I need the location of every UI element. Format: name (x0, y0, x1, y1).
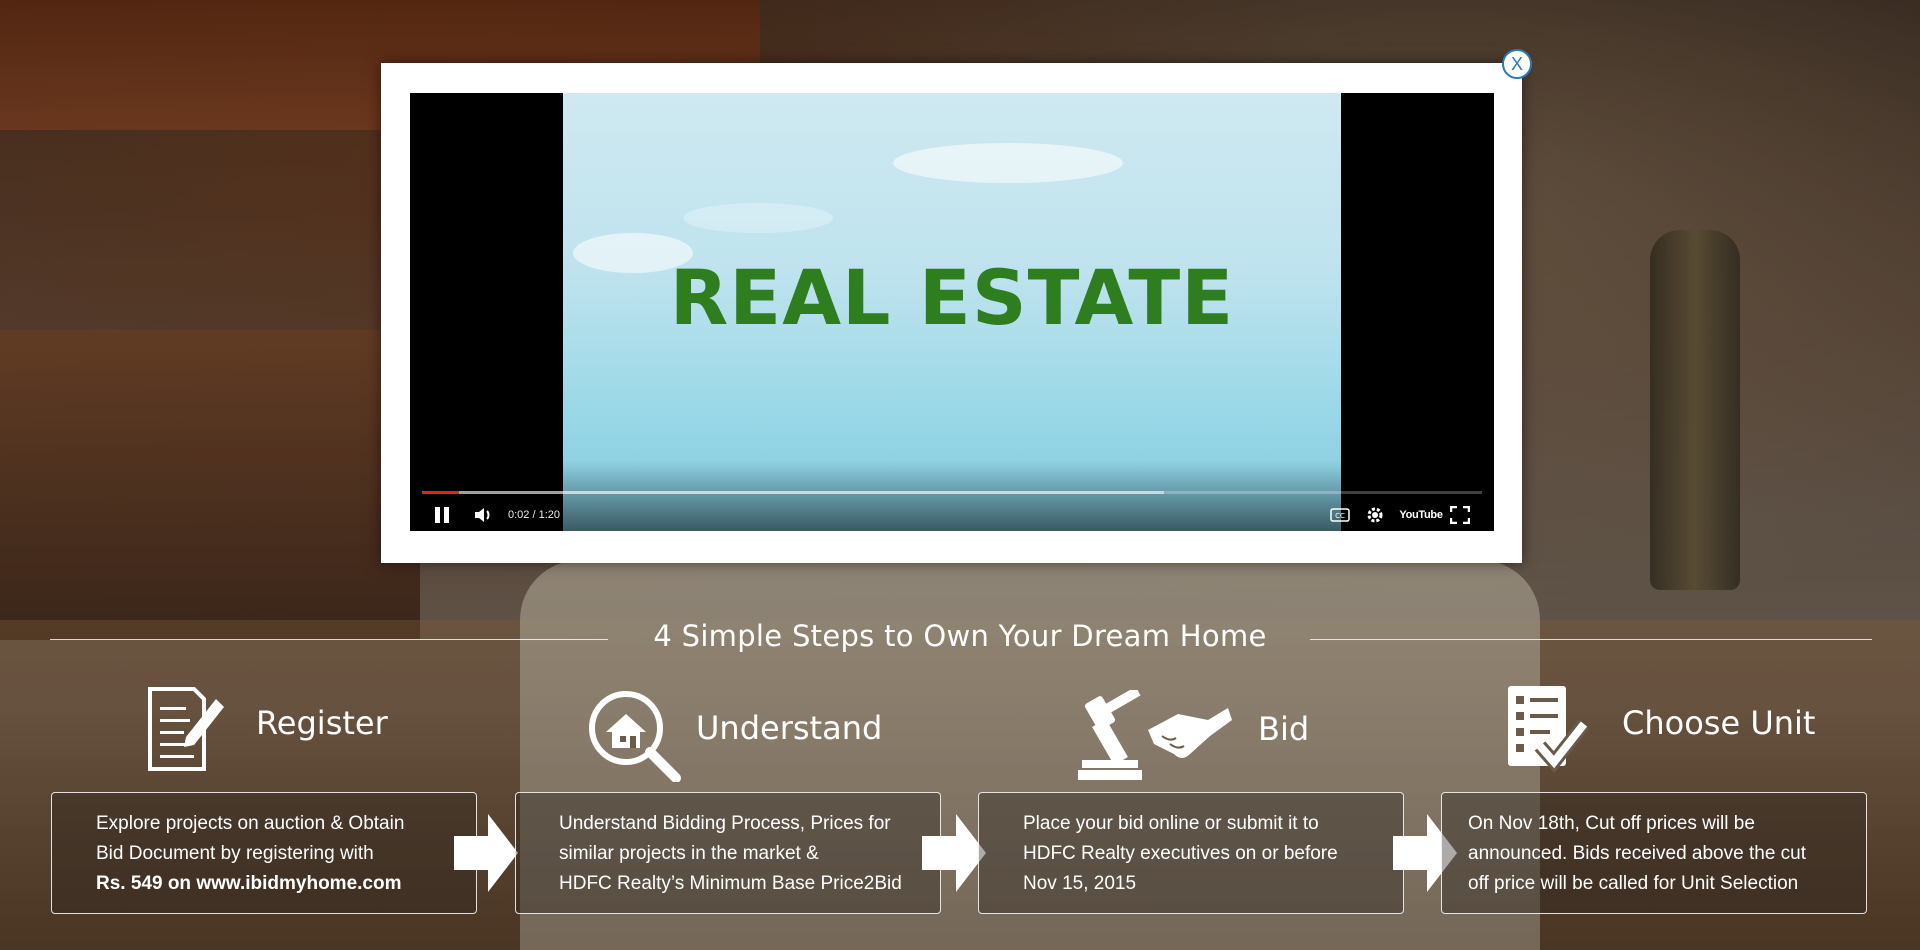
video-title-text: REAL ESTATE (669, 253, 1235, 342)
video-progress-bar[interactable] (422, 491, 1482, 494)
step-box-register: Explore projects on auction & Obtain Bid… (51, 792, 477, 914)
gavel-handshake-icon (1078, 686, 1232, 787)
svg-text:CC: CC (1335, 512, 1345, 520)
gear-icon[interactable] (1363, 503, 1387, 527)
step-text-line: similar projects in the market & (559, 843, 819, 864)
step-text-line: Understand Bidding Process, Prices for (559, 813, 891, 834)
step-text-line: HDFC Realty’s Minimum Base Price2Bid (559, 873, 902, 894)
step-text-line: Place your bid online or submit it to (1023, 813, 1319, 834)
step-text-line: announced. Bids received above the cut (1468, 843, 1807, 864)
step-title-register: Register (256, 704, 388, 742)
step-link-text[interactable]: Rs. 549 on www.ibidmyhome.com (96, 873, 401, 894)
step-text-line: HDFC Realty executives on or before (1023, 843, 1338, 864)
cloud (893, 143, 1123, 183)
youtube-logo[interactable]: YouTube (1399, 503, 1443, 527)
progress-played (422, 491, 460, 494)
step-arrow-icon (452, 812, 520, 899)
step-text-line: Nov 15, 2015 (1023, 873, 1137, 894)
checklist-icon (1506, 684, 1590, 779)
document-pen-icon (146, 685, 226, 778)
step-text-line: Explore projects on auction & Obtain (96, 813, 405, 834)
volume-icon[interactable] (472, 503, 496, 527)
step-box-choose-unit: On Nov 18th, Cut off prices will be anno… (1441, 792, 1867, 914)
step-title-understand: Understand (696, 709, 883, 747)
step-box-bid: Place your bid online or submit it to HD… (978, 792, 1404, 914)
time-total: 1:20 (538, 509, 561, 521)
step-text-line: Bid Document by registering with (96, 843, 374, 864)
fullscreen-icon[interactable] (1448, 503, 1472, 527)
time-current: 0:02 (508, 509, 530, 521)
video-time-display: 0:02 / 1:20 (508, 509, 561, 521)
step-title-choose-unit: Choose Unit (1622, 704, 1816, 742)
video-player[interactable]: REAL ESTATE 0:02 / 1:20 CC YouTube (410, 93, 1494, 531)
step-title-bid: Bid (1258, 710, 1310, 748)
captions-icon[interactable]: CC (1328, 503, 1352, 527)
pause-icon[interactable] (430, 503, 454, 527)
steps-heading-row: 4 Simple Steps to Own Your Dream Home (0, 615, 1920, 665)
youtube-logo-text: YouTube (1399, 509, 1443, 521)
step-box-understand: Understand Bidding Process, Prices for s… (515, 792, 941, 914)
steps-heading: 4 Simple Steps to Own Your Dream Home (653, 619, 1267, 653)
modal-close-button[interactable]: X (1502, 49, 1532, 79)
step-text-line: off price will be called for Unit Select… (1468, 873, 1799, 894)
step-text-line: On Nov 18th, Cut off prices will be (1468, 813, 1755, 834)
step-text-line-bold: Rs. 549 on www.ibidmyhome.com (96, 869, 456, 899)
cloud (683, 203, 833, 233)
magnifier-house-icon (584, 688, 688, 787)
progress-loaded (422, 491, 1164, 494)
